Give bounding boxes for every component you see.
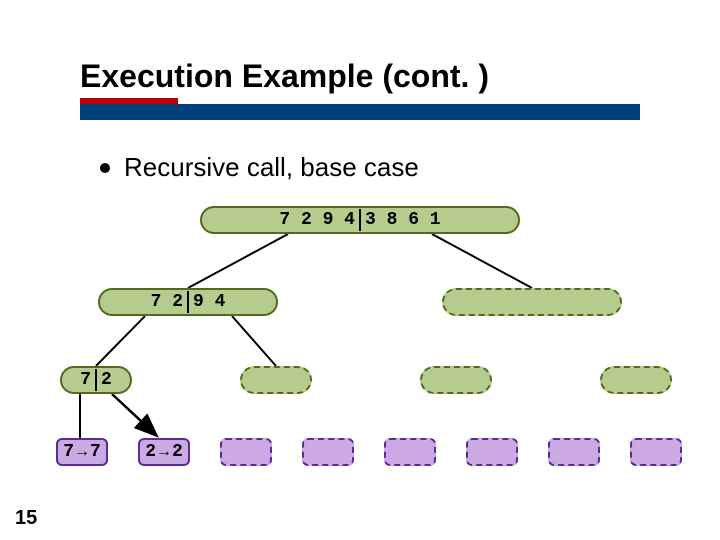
l3-n2-src: 2 (145, 442, 156, 462)
l1-left-b: 9 4 (193, 292, 225, 312)
l1-left-a: 7 2 (151, 292, 183, 312)
arrow-icon: → (156, 443, 172, 461)
l3-n6-placeholder (466, 438, 518, 466)
root-right-vals: 3 8 6 1 (365, 210, 441, 230)
slide-title: Execution Example (cont. ) (80, 58, 489, 95)
l2-n1: 7 2 (60, 366, 132, 394)
l3-n7-placeholder (548, 438, 600, 466)
title-underline-red (80, 98, 178, 104)
l2-n4-placeholder (600, 366, 672, 394)
l3-n2: 2 → 2 (138, 438, 190, 466)
bullet-text: Recursive call, base case (124, 152, 419, 183)
l2-n1-divider (95, 369, 97, 391)
l1-left-divider (187, 291, 189, 313)
title-underline-blue (80, 104, 640, 120)
l2-n2-placeholder (240, 366, 312, 394)
root-divider (359, 209, 361, 231)
l3-n5-placeholder (384, 438, 436, 466)
l2-n1-a: 7 (80, 370, 91, 390)
l3-n2-dst: 2 (172, 442, 183, 462)
page-number: 15 (15, 507, 37, 530)
l1-left: 7 2 9 4 (98, 288, 278, 316)
tree-root: 7 2 9 4 3 8 6 1 (200, 206, 520, 234)
root-left-vals: 7 2 9 4 (279, 210, 355, 230)
l3-n1-src: 7 (63, 442, 74, 462)
l3-n3-placeholder (220, 438, 272, 466)
l3-n1-dst: 7 (90, 442, 101, 462)
bullet-item: Recursive call, base case (100, 152, 419, 183)
l3-n4-placeholder (302, 438, 354, 466)
arrow-icon: → (74, 443, 90, 461)
l3-n1: 7 → 7 (56, 438, 108, 466)
l2-n3-placeholder (420, 366, 492, 394)
bullet-dot (100, 163, 110, 173)
l3-n8-placeholder (630, 438, 682, 466)
l1-right-placeholder (442, 288, 622, 316)
l2-n1-b: 2 (101, 370, 112, 390)
